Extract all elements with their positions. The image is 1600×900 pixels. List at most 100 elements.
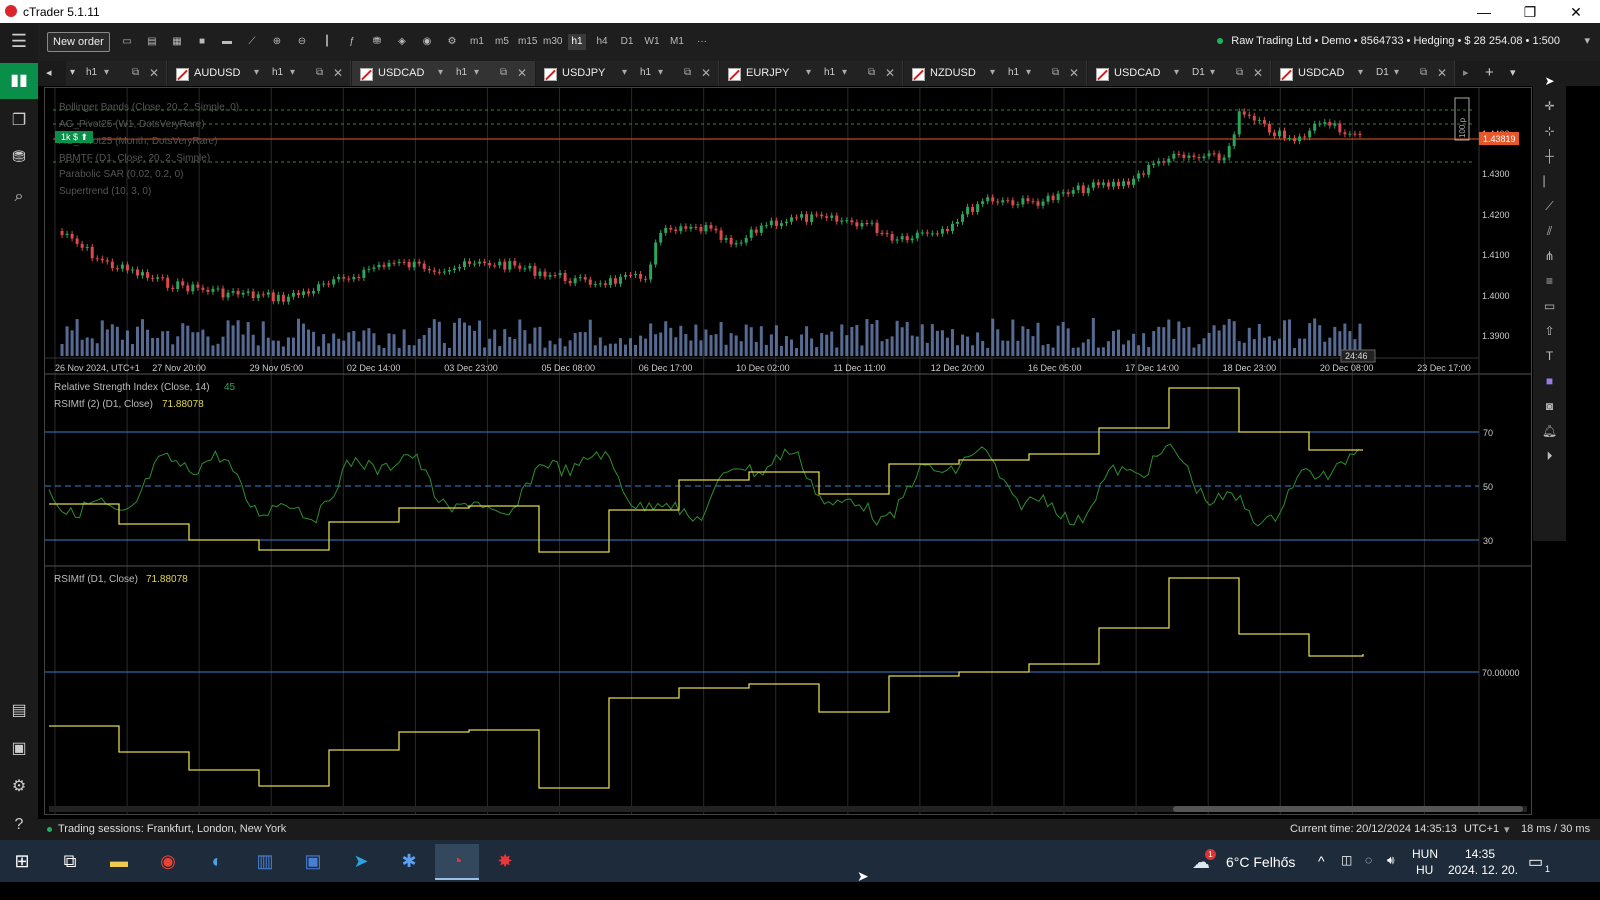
indicator-legend[interactable]: Parabolic SAR (0.02, 0.2, 0) (59, 169, 184, 180)
rsimtf-legend[interactable]: RSIMtf (D1, Close) (54, 574, 138, 585)
timeframe-h4[interactable]: h4 (593, 34, 611, 50)
crosshair-icon[interactable]: ✛ (1533, 94, 1566, 118)
close-icon[interactable]: ✕ (1553, 2, 1599, 22)
chart-mode-icon[interactable]: ▭ (118, 34, 136, 50)
ctrader-taskbar-icon[interactable]: ◔ (435, 844, 479, 880)
detach-icon[interactable]: ⧉ (868, 67, 875, 78)
edge-icon[interactable]: ◐ (195, 844, 239, 878)
position-badge[interactable]: 1k $ ⬆ (61, 132, 88, 142)
detach-icon[interactable]: ⧉ (1052, 67, 1059, 78)
channel-icon[interactable]: ⫽ (1533, 219, 1566, 243)
close-tab-icon[interactable]: ✕ (701, 66, 711, 80)
chart-type-icon[interactable]: ⟋ (243, 34, 261, 50)
color-icon[interactable]: ■ (1533, 369, 1566, 393)
input-language[interactable]: HUN (1412, 847, 1438, 861)
candles-icon[interactable]: ┃ (318, 34, 336, 50)
trading-sessions[interactable]: Trading sessions: Frankfurt, London, New… (58, 823, 286, 835)
app-icon[interactable]: ▥ (243, 844, 287, 878)
layers-icon[interactable]: ◈ (393, 34, 411, 50)
store-icon[interactable]: ▤ (0, 693, 38, 729)
chart-scrollbar-thumb[interactable] (1173, 806, 1523, 812)
weather-text[interactable]: 6°C Felhős (1226, 854, 1295, 870)
arrow-icon[interactable]: ⇧ (1533, 319, 1566, 343)
file-explorer-icon[interactable]: ▬ (97, 844, 141, 878)
detach-icon[interactable]: ⧉ (684, 67, 691, 78)
detach-icon[interactable]: ⧉ (500, 67, 507, 78)
clock-date[interactable]: 2024. 12. 20. (1448, 863, 1518, 877)
tab-eurjpy[interactable]: EURJPY ▾ h1 ▾ ⧉ ✕ (720, 61, 903, 86)
account-dropdown-icon[interactable]: ▾ (1584, 34, 1590, 47)
wallet-icon[interactable]: ▣ (0, 731, 38, 767)
vertical-line-icon[interactable]: ┼ (1533, 144, 1566, 168)
hamburger-menu-icon[interactable]: ☰ (0, 23, 38, 59)
ray-icon[interactable]: ⎸ (1533, 169, 1566, 193)
indicator-legend[interactable]: Supertrend (10, 3, 0) (59, 186, 151, 197)
fibonacci-icon[interactable]: ≡ (1533, 269, 1566, 293)
detach-icon[interactable]: ⧉ (316, 67, 323, 78)
more-timeframes-button[interactable]: ··· (693, 34, 711, 50)
cursor-icon[interactable]: ➤ (1533, 69, 1566, 93)
telegram-icon[interactable]: ➤ (339, 844, 383, 878)
tabs-list-icon[interactable]: ▾ (1510, 66, 1516, 79)
tab-nzdusd[interactable]: NZDUSD ▾ h1 ▾ ⧉ ✕ (904, 61, 1087, 86)
price-chart-svg[interactable]: 1.4400 1.4300 1.4200 1.4100 1.4000 1.390… (45, 88, 1531, 814)
close-tab-icon[interactable]: ✕ (885, 66, 895, 80)
volume-icon[interactable]: 🔊︎ (1387, 853, 1395, 868)
windows-start-icon[interactable]: ⊞ (0, 844, 44, 878)
close-tab-icon[interactable]: ✕ (333, 66, 343, 80)
template-icon[interactable]: ⚙ (443, 34, 461, 50)
tabs-scroll-left-icon[interactable]: ◂ (46, 66, 52, 79)
detach-icon[interactable]: ⧉ (1236, 67, 1243, 78)
single-chart-icon[interactable]: ■ (193, 34, 211, 50)
copy-app-icon[interactable]: ❐ (0, 103, 38, 139)
network-icon[interactable]: ◌ (1365, 853, 1372, 867)
account-info[interactable]: Raw Trading Ltd • Demo • 8564733 • Hedgi… (1217, 35, 1560, 47)
trade-app-icon[interactable]: ▮▮ (0, 63, 38, 99)
close-tab-icon[interactable]: ✕ (1069, 66, 1079, 80)
pitchfork-icon[interactable]: ⋔ (1533, 244, 1566, 268)
tab-usdcad-active[interactable]: USDCAD ▾ h1 ▾ ⧉ ✕ (352, 61, 535, 86)
timezone[interactable]: UTC+1 (1464, 823, 1499, 835)
eye-icon[interactable]: ◉ (418, 34, 436, 50)
detach-icon[interactable]: ⧉ (132, 67, 139, 78)
replay-icon[interactable]: ⏵ (1533, 444, 1566, 468)
minimize-icon[interactable]: — (1461, 2, 1507, 22)
detach-icon[interactable]: ⧉ (1420, 67, 1427, 78)
timeframe-w1[interactable]: W1 (643, 34, 661, 50)
timeframe-m15[interactable]: m15 (518, 34, 537, 50)
tray-expand-icon[interactable]: ^ (1318, 853, 1325, 869)
indicator-legend[interactable]: BBMTF (D1, Close, 20, 2, Simple) (59, 153, 210, 164)
close-tab-icon[interactable]: ✕ (517, 66, 527, 80)
app-red-icon[interactable]: ✸ (483, 844, 527, 878)
timeframe-m30[interactable]: m30 (543, 34, 562, 50)
chart-area[interactable]: 1.4400 1.4300 1.4200 1.4100 1.4000 1.390… (44, 87, 1532, 815)
settings-icon[interactable]: ⚙ (0, 769, 38, 805)
timeframe-m1[interactable]: m1 (468, 34, 486, 50)
camera-icon[interactable]: ◙ (1533, 394, 1566, 418)
timezone-dropdown-icon[interactable]: ▾ (1504, 823, 1510, 836)
help-icon[interactable]: ? (0, 807, 38, 843)
close-tab-icon[interactable]: ✕ (1437, 66, 1447, 80)
input-region[interactable]: HU (1416, 863, 1433, 877)
alert-bell-icon[interactable]: 🔔︎ (1533, 419, 1566, 443)
clock-time[interactable]: 14:35 (1465, 847, 1495, 861)
tab-usdcad-d1[interactable]: USDCAD ▾ D1 ▾ ⧉ ✕ (1088, 61, 1271, 86)
restore-icon[interactable]: ❐ (1507, 2, 1553, 22)
tab-audusd[interactable]: AUDUSD ▾ h1 ▾ ⧉ ✕ (168, 61, 351, 86)
notifications-icon[interactable]: ▭ (1528, 852, 1543, 872)
split-chart-icon[interactable]: ▬ (218, 34, 236, 50)
cbots-icon[interactable]: ⛃ (368, 34, 386, 50)
algo-app-icon[interactable]: ⛃ (0, 140, 38, 176)
chrome-icon[interactable]: ◉ (146, 844, 190, 878)
horizontal-line-icon[interactable]: ⊹ (1533, 119, 1566, 143)
close-tab-icon[interactable]: ✕ (149, 66, 159, 80)
timeframe-h1[interactable]: h1 (568, 34, 586, 50)
new-order-button[interactable]: New order (47, 32, 110, 52)
analyze-app-icon[interactable]: ⌕ (0, 179, 38, 215)
rectangle-icon[interactable]: ▭ (1533, 294, 1566, 318)
meet-icon[interactable]: ◫ (1341, 853, 1352, 867)
timeframe-m5[interactable]: m5 (493, 34, 511, 50)
save-app-icon[interactable]: ▣ (291, 844, 335, 878)
zoom-out-icon[interactable]: ⊖ (293, 34, 311, 50)
tab-usdjpy[interactable]: USDJPY ▾ h1 ▾ ⧉ ✕ (536, 61, 719, 86)
